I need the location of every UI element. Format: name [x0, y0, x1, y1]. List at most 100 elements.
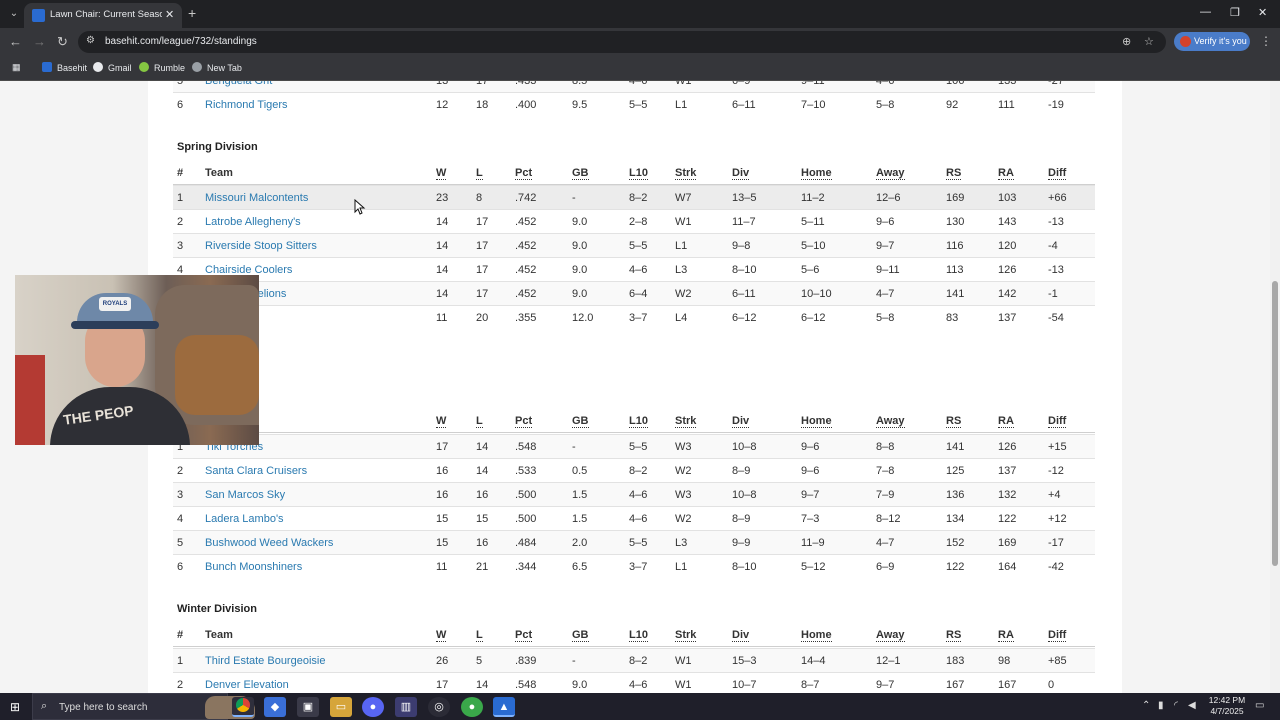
- apps-grid-icon[interactable]: ▦: [12, 62, 21, 73]
- cell-diff: +4: [1048, 489, 1061, 501]
- cell-rs: 167: [946, 679, 965, 691]
- team-link[interactable]: Riverside Stoop Sitters: [205, 240, 317, 252]
- cell-pct: .400: [515, 99, 537, 111]
- browser-chrome: ⌄ Lawn Chair: Current Season Sta ✕ + — ❐…: [0, 0, 1280, 81]
- app-taskbar-icon[interactable]: ▥: [395, 697, 417, 717]
- cell-ra: 126: [998, 264, 1017, 276]
- cell-home: 5–11: [801, 216, 825, 228]
- bookmark-rumble[interactable]: Rumble: [139, 62, 185, 73]
- reload-icon[interactable]: ↻: [57, 34, 68, 50]
- team-link[interactable]: Missouri Malcontents: [205, 192, 308, 204]
- taskbar-clock[interactable]: 12:42 PM 4/7/2025: [1202, 695, 1252, 717]
- cell-num: 4: [177, 513, 184, 525]
- mlb-taskbar-icon[interactable]: ▲: [493, 697, 515, 717]
- header-team: Team: [205, 629, 233, 641]
- cell-pct: .548: [515, 441, 537, 453]
- team-link[interactable]: Ladera Lambo's: [205, 513, 284, 525]
- cell-gb: 9.0: [572, 288, 588, 300]
- cell-strk: L4: [675, 312, 688, 324]
- cell-w: 16: [436, 465, 449, 477]
- team-link[interactable]: Latrobe Allegheny's: [205, 216, 301, 228]
- cell-l: 15: [476, 513, 489, 525]
- tray-chevron-icon[interactable]: ⌃: [1142, 700, 1150, 711]
- new-tab-plus-icon[interactable]: +: [188, 5, 196, 21]
- team-link[interactable]: Santa Clara Cruisers: [205, 465, 307, 477]
- webcam-cap-brim: [71, 321, 159, 329]
- cell-l: 14: [476, 679, 489, 691]
- cell-away: 12–1: [876, 655, 901, 667]
- bookmark-gmail[interactable]: Gmail: [93, 62, 132, 73]
- back-arrow-icon[interactable]: ←: [9, 34, 22, 49]
- close-window-icon[interactable]: ✕: [1258, 6, 1267, 19]
- cell-diff: -13: [1048, 264, 1064, 276]
- cell-l10: 5–5: [629, 240, 648, 252]
- standings-card: 5 Bengueia Grit 13 17.433 8.5 4–6 W1 6–9 9–11 4–6…: [148, 81, 1122, 693]
- microphone-icon[interactable]: ▮: [1158, 700, 1164, 711]
- header-ra: RA: [998, 167, 1014, 180]
- spring-table-header: # Team W L Pct GB L10 Strk Div Home Away RS RA Diff: [173, 165, 1095, 185]
- cell-diff: +85: [1048, 655, 1067, 667]
- minimize-icon[interactable]: —: [1200, 6, 1211, 18]
- team-link[interactable]: San Marcos Sky: [205, 489, 285, 501]
- cell-l10: 8–2: [629, 465, 648, 477]
- cell-diff: -17: [1048, 537, 1064, 549]
- tab-active[interactable]: Lawn Chair: Current Season Sta ✕: [24, 3, 182, 28]
- cell-diff: -12: [1048, 465, 1064, 477]
- cell-home: 8–7: [801, 679, 820, 691]
- copilot-taskbar-icon[interactable]: ◆: [264, 697, 286, 717]
- page-scrollbar[interactable]: [1270, 81, 1280, 693]
- team-link[interactable]: Denver Elevation: [205, 679, 289, 691]
- cell-diff: -27: [1048, 81, 1064, 87]
- basehit-favicon-icon: [32, 9, 45, 22]
- cell-pct: .433: [515, 81, 537, 87]
- taskbar-search-box[interactable]: ⌕ Type here to search: [32, 693, 255, 720]
- url-text[interactable]: basehit.com/league/732/standings: [105, 36, 257, 47]
- google-icon: [93, 62, 103, 72]
- tab-search-chevron-icon[interactable]: ⌄: [6, 6, 22, 22]
- sports-taskbar-icon[interactable]: ◎: [428, 697, 450, 717]
- cell-gb: -: [572, 655, 576, 667]
- cell-l10: 5–5: [629, 441, 648, 453]
- clock-date: 4/7/2025: [1210, 706, 1244, 716]
- bookmark-basehit[interactable]: Basehit: [42, 62, 87, 73]
- cell-w: 14: [436, 240, 449, 252]
- team-link[interactable]: Richmond Tigers: [205, 99, 288, 111]
- verify-profile-button[interactable]: Verify it's you: [1174, 32, 1250, 51]
- chrome-taskbar-icon[interactable]: [232, 697, 254, 717]
- cell-ra: 111: [998, 99, 1015, 111]
- header-l10: L10: [629, 415, 648, 428]
- forward-arrow-icon[interactable]: →: [33, 34, 46, 49]
- restore-icon[interactable]: ❐: [1230, 6, 1240, 19]
- volume-icon[interactable]: ◀: [1188, 700, 1196, 711]
- header-gb: GB: [572, 167, 589, 180]
- zoom-icon[interactable]: ⊕: [1122, 35, 1131, 48]
- site-info-icon[interactable]: ⚙: [86, 35, 95, 46]
- address-bar[interactable]: ⚙ basehit.com/league/732/standings ⊕ ☆: [78, 31, 1166, 53]
- notification-icon[interactable]: ▭: [1255, 700, 1264, 711]
- scrollbar-thumb[interactable]: [1272, 281, 1278, 566]
- header-rs: RS: [946, 629, 962, 642]
- cell-l: 17: [476, 264, 489, 276]
- store-taskbar-icon[interactable]: ▣: [297, 697, 319, 717]
- bookmark-new-tab[interactable]: New Tab: [192, 62, 242, 73]
- cell-away: 7–9: [876, 489, 895, 501]
- cell-pct: .533: [515, 465, 537, 477]
- team-link[interactable]: Third Estate Bourgeoisie: [205, 655, 325, 667]
- media-taskbar-icon[interactable]: ●: [461, 697, 483, 717]
- windows-start-icon[interactable]: ⊞: [10, 700, 20, 714]
- cell-strk: W2: [675, 513, 692, 525]
- team-link[interactable]: Bengueia Grit: [205, 81, 272, 87]
- cell-num: 6: [177, 561, 184, 573]
- discord-taskbar-icon[interactable]: ●: [362, 697, 384, 717]
- cell-w: 11: [436, 312, 448, 324]
- browser-menu-icon[interactable]: ⋮: [1260, 34, 1272, 48]
- bookmark-star-icon[interactable]: ☆: [1144, 35, 1154, 48]
- cell-rs: 106: [946, 81, 965, 87]
- network-icon[interactable]: ◜: [1174, 700, 1178, 711]
- team-link[interactable]: Bushwood Weed Wackers: [205, 537, 333, 549]
- file-explorer-taskbar-icon[interactable]: ▭: [330, 697, 352, 717]
- team-link[interactable]: Bunch Moonshiners: [205, 561, 302, 573]
- close-tab-icon[interactable]: ✕: [165, 8, 177, 22]
- cell-l10: 5–5: [629, 537, 648, 549]
- cell-ra: 167: [998, 679, 1017, 691]
